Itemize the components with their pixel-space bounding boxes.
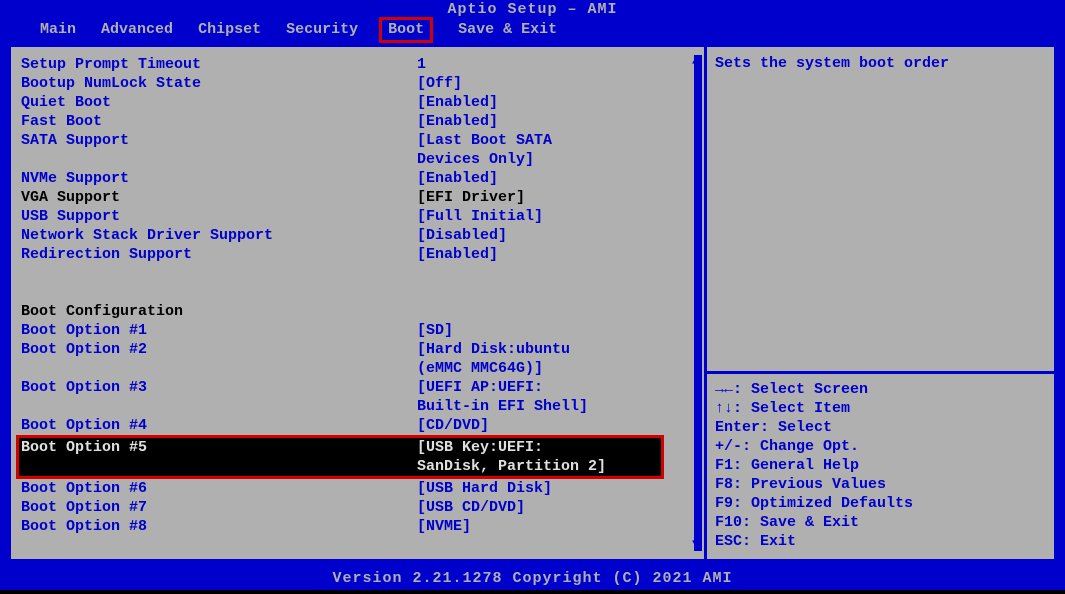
value: Devices Only] bbox=[417, 150, 704, 169]
help-key-enter: Enter: Select bbox=[715, 418, 1048, 437]
value: (eMMC MMC64G)] bbox=[417, 359, 704, 378]
scroll-thumb[interactable] bbox=[694, 67, 702, 297]
title-bar: Aptio Setup – AMI bbox=[0, 0, 1065, 20]
boot-option-5b: SanDisk, Partition 2] bbox=[19, 457, 661, 476]
label: Boot Option #4 bbox=[21, 416, 417, 435]
boot-option-3b: Built-in EFI Shell] bbox=[21, 397, 704, 416]
boot-option-5[interactable]: Boot Option #5 [USB Key:UEFI: bbox=[19, 438, 661, 457]
label: Fast Boot bbox=[21, 112, 417, 131]
spacer bbox=[21, 264, 704, 302]
label: Boot Option #6 bbox=[21, 479, 417, 498]
label: Network Stack Driver Support bbox=[21, 226, 417, 245]
menu-main[interactable]: Main bbox=[40, 20, 76, 40]
help-key-f10: F10: Save & Exit bbox=[715, 513, 1048, 532]
scrollbar[interactable]: ▲ ▼ bbox=[694, 55, 702, 551]
label: VGA Support bbox=[21, 188, 417, 207]
value: [USB CD/DVD] bbox=[417, 498, 704, 517]
help-keys: →←: Select Screen ↑↓: Select Item Enter:… bbox=[715, 374, 1048, 551]
help-key-change: +/-: Change Opt. bbox=[715, 437, 1048, 456]
value: [SD] bbox=[417, 321, 704, 340]
setting-sata-support-2: Devices Only] bbox=[21, 150, 704, 169]
setting-prompt-timeout[interactable]: Setup Prompt Timeout 1 bbox=[21, 55, 704, 74]
value: [Disabled] bbox=[417, 226, 704, 245]
boot-option-2b: (eMMC MMC64G)] bbox=[21, 359, 704, 378]
value: [NVME] bbox=[417, 517, 704, 536]
boot-option-4[interactable]: Boot Option #4 [CD/DVD] bbox=[21, 416, 704, 435]
value: Built-in EFI Shell] bbox=[417, 397, 704, 416]
help-key-esc: ESC: Exit bbox=[715, 532, 1048, 551]
setting-vga-support: VGA Support [EFI Driver] bbox=[21, 188, 704, 207]
menu-boot[interactable]: Boot bbox=[379, 17, 433, 43]
setting-usb-support[interactable]: USB Support [Full Initial] bbox=[21, 207, 704, 226]
boot-option-3[interactable]: Boot Option #3 [UEFI AP:UEFI: bbox=[21, 378, 704, 397]
label: Boot Option #2 bbox=[21, 340, 417, 359]
value: [Enabled] bbox=[417, 112, 704, 131]
value: [Enabled] bbox=[417, 169, 704, 188]
setting-quiet-boot[interactable]: Quiet Boot [Enabled] bbox=[21, 93, 704, 112]
menu-advanced[interactable]: Advanced bbox=[101, 20, 173, 40]
value: [Hard Disk:ubuntu bbox=[417, 340, 704, 359]
label: Boot Option #5 bbox=[21, 438, 417, 457]
setting-fast-boot[interactable]: Fast Boot [Enabled] bbox=[21, 112, 704, 131]
boot-option-6[interactable]: Boot Option #6 [USB Hard Disk] bbox=[21, 479, 704, 498]
menu-chipset[interactable]: Chipset bbox=[198, 20, 261, 40]
menu-security[interactable]: Security bbox=[286, 20, 358, 40]
label: Boot Option #1 bbox=[21, 321, 417, 340]
value: SanDisk, Partition 2] bbox=[417, 457, 661, 476]
value: [Enabled] bbox=[417, 245, 704, 264]
boot-option-5-highlight: Boot Option #5 [USB Key:UEFI: SanDisk, P… bbox=[16, 435, 664, 479]
label: Setup Prompt Timeout bbox=[21, 55, 417, 74]
help-pane: Sets the system boot order →←: Select Sc… bbox=[707, 47, 1054, 559]
value: [Off] bbox=[417, 74, 704, 93]
label: Bootup NumLock State bbox=[21, 74, 417, 93]
help-description: Sets the system boot order bbox=[715, 55, 1048, 371]
value: [Enabled] bbox=[417, 93, 704, 112]
boot-option-1[interactable]: Boot Option #1 [SD] bbox=[21, 321, 704, 340]
help-key-f1: F1: General Help bbox=[715, 456, 1048, 475]
label: USB Support bbox=[21, 207, 417, 226]
label: Boot Option #8 bbox=[21, 517, 417, 536]
value: [USB Hard Disk] bbox=[417, 479, 704, 498]
label: SATA Support bbox=[21, 131, 417, 150]
footer-version: Version 2.21.1278 Copyright (C) 2021 AMI bbox=[0, 568, 1065, 590]
value: 1 bbox=[417, 55, 704, 74]
boot-config-header: Boot Configuration bbox=[21, 302, 704, 321]
value: [CD/DVD] bbox=[417, 416, 704, 435]
label: Redirection Support bbox=[21, 245, 417, 264]
help-key-f9: F9: Optimized Defaults bbox=[715, 494, 1048, 513]
label: Quiet Boot bbox=[21, 93, 417, 112]
boot-option-2[interactable]: Boot Option #2 [Hard Disk:ubuntu bbox=[21, 340, 704, 359]
menu-save[interactable]: Save & Exit bbox=[458, 20, 557, 40]
bottom-edge bbox=[0, 590, 1065, 594]
boot-option-7[interactable]: Boot Option #7 [USB CD/DVD] bbox=[21, 498, 704, 517]
settings-pane: Setup Prompt Timeout 1 Bootup NumLock St… bbox=[11, 47, 707, 559]
main-frame: Setup Prompt Timeout 1 Bootup NumLock St… bbox=[8, 44, 1057, 562]
label: Boot Option #3 bbox=[21, 378, 417, 397]
help-key-screen: →←: Select Screen bbox=[715, 380, 1048, 399]
value: [UEFI AP:UEFI: bbox=[417, 378, 704, 397]
value: [USB Key:UEFI: bbox=[417, 438, 661, 457]
setting-nvme-support[interactable]: NVMe Support [Enabled] bbox=[21, 169, 704, 188]
setting-numlock[interactable]: Bootup NumLock State [Off] bbox=[21, 74, 704, 93]
label: NVMe Support bbox=[21, 169, 417, 188]
value: [EFI Driver] bbox=[417, 188, 704, 207]
label: Boot Option #7 bbox=[21, 498, 417, 517]
help-key-f8: F8: Previous Values bbox=[715, 475, 1048, 494]
setting-network-stack[interactable]: Network Stack Driver Support [Disabled] bbox=[21, 226, 704, 245]
value: [Last Boot SATA bbox=[417, 131, 704, 150]
value: [Full Initial] bbox=[417, 207, 704, 226]
setting-sata-support[interactable]: SATA Support [Last Boot SATA bbox=[21, 131, 704, 150]
scroll-down-icon[interactable]: ▼ bbox=[692, 537, 700, 553]
boot-option-8[interactable]: Boot Option #8 [NVME] bbox=[21, 517, 704, 536]
menu-bar: Main Advanced Chipset Security Boot Save… bbox=[0, 20, 1065, 44]
help-key-item: ↑↓: Select Item bbox=[715, 399, 1048, 418]
setting-redirection[interactable]: Redirection Support [Enabled] bbox=[21, 245, 704, 264]
